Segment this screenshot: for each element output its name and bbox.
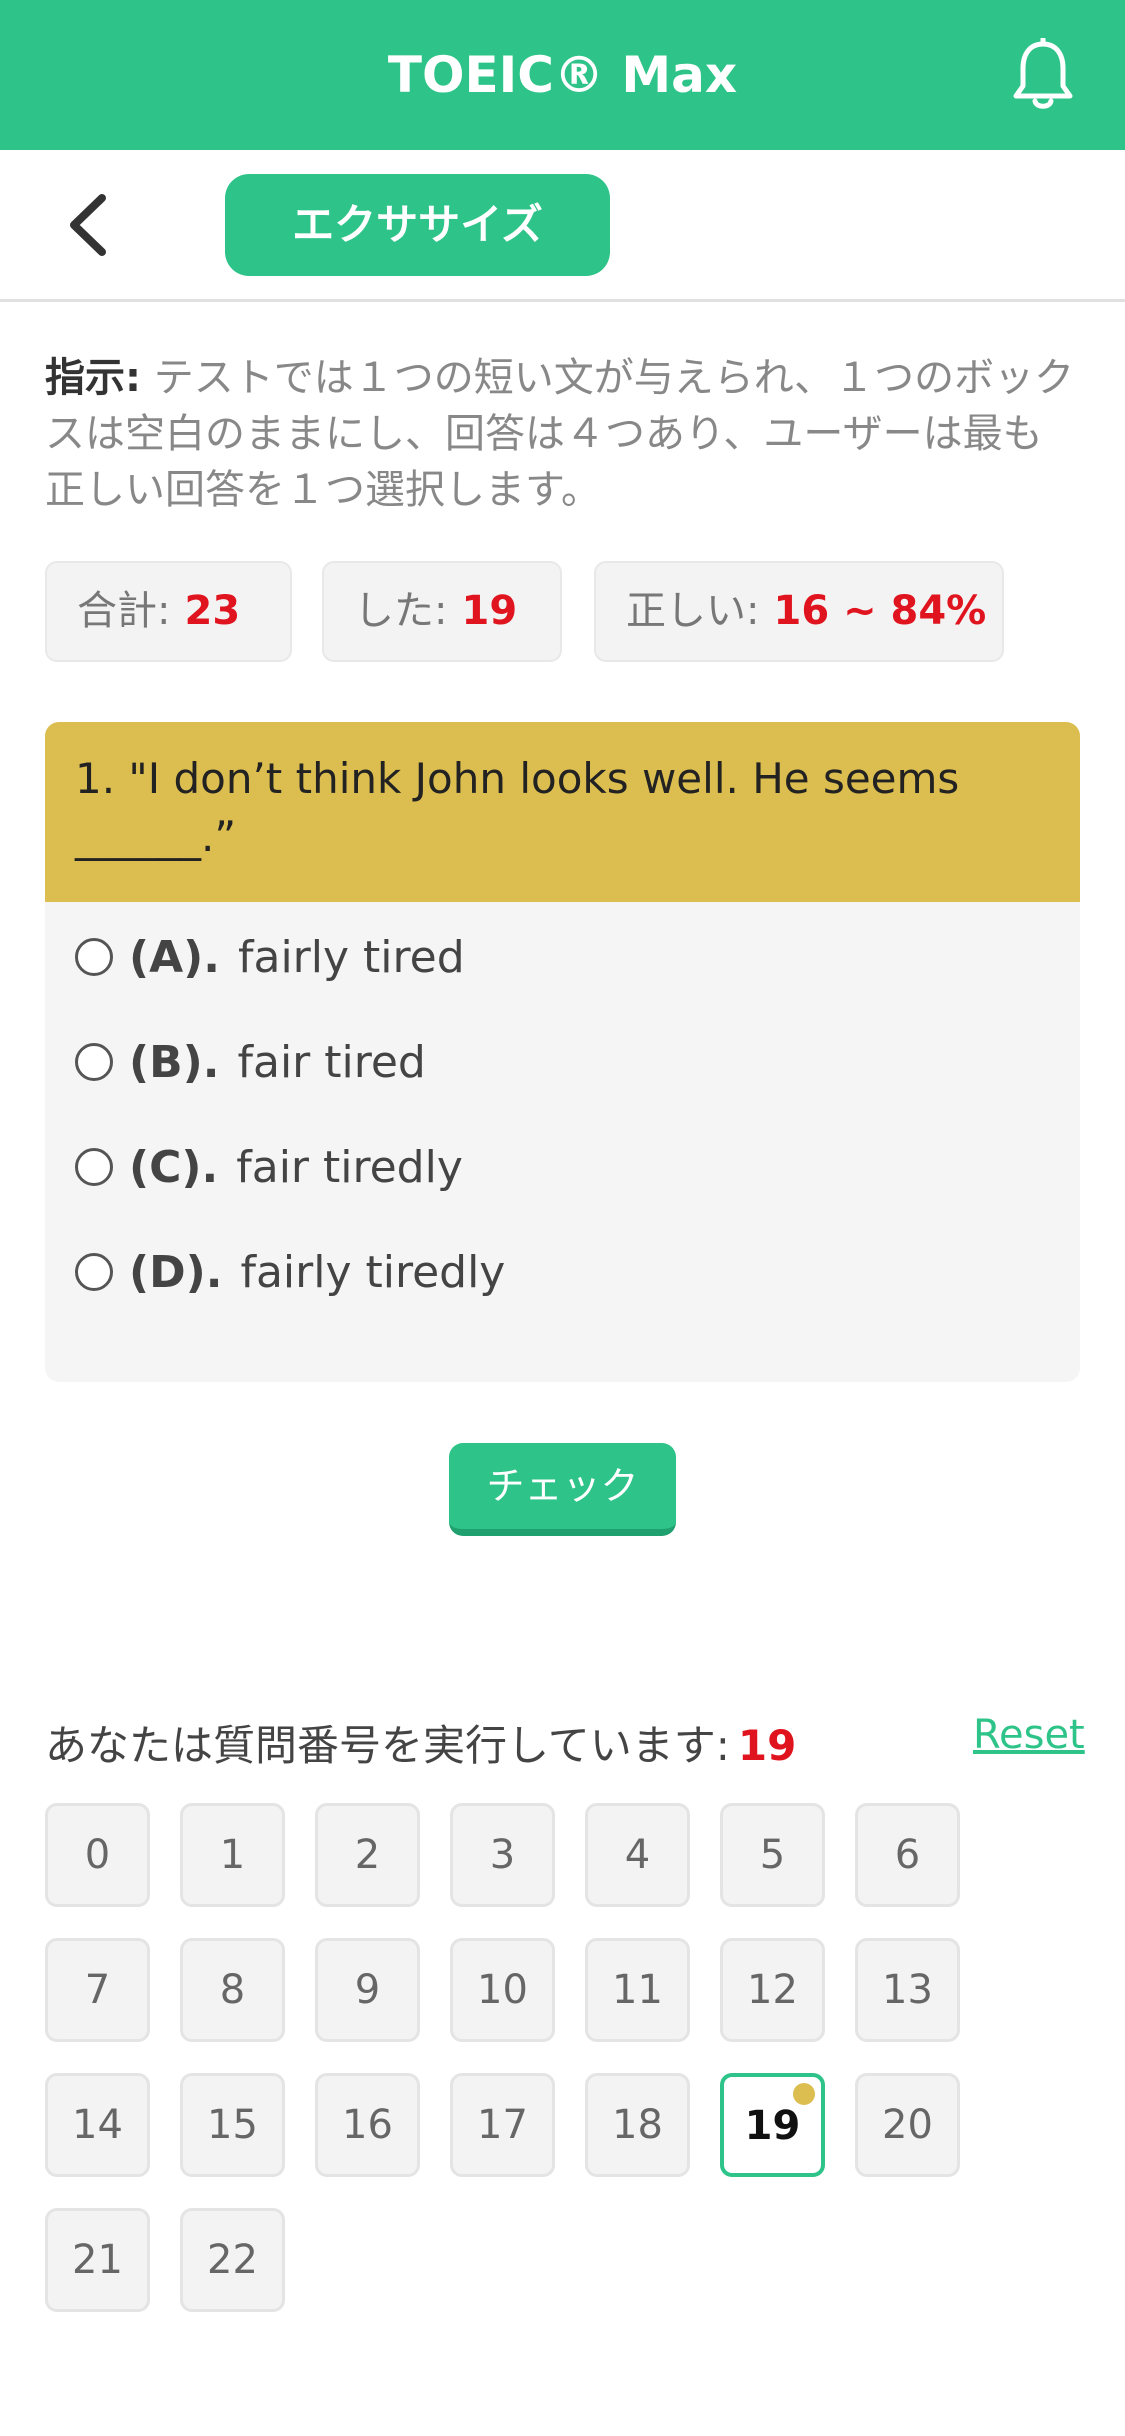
option-text: fairly tired (238, 931, 465, 983)
stat-total-value: 23 (184, 588, 241, 634)
option-key: (B). (129, 1036, 220, 1088)
question-number-button[interactable]: 12 (720, 1938, 825, 2042)
question-number-label: 1 (219, 1832, 246, 1878)
instruction-text: 指示: テストでは１つの短い文が与えられ、１つのボックスは空白のままにし、回答は… (45, 350, 1075, 518)
stat-correct-value: 16 ~ 84% (773, 588, 987, 634)
question-number-label: 7 (84, 1967, 111, 2013)
question-number-button[interactable]: 6 (855, 1803, 960, 1907)
question-number-button[interactable]: 8 (180, 1938, 285, 2042)
question-number-button[interactable]: 1 (180, 1803, 285, 1907)
radio-button[interactable] (75, 938, 113, 976)
option-b[interactable]: (B). fair tired (75, 1027, 426, 1097)
instruction-body: テストでは１つの短い文が与えられ、１つのボックスは空白のままにし、回答は４つあり… (45, 355, 1075, 513)
question-number-button[interactable]: 5 (720, 1803, 825, 1907)
progress-label: あなたは質問番号を実行しています: 19 (45, 1712, 796, 1773)
radio-button[interactable] (75, 1043, 113, 1081)
question-number-button[interactable]: 16 (315, 2073, 420, 2177)
radio-button[interactable] (75, 1148, 113, 1186)
question-number-button[interactable]: 18 (585, 2073, 690, 2177)
question-number-button[interactable]: 13 (855, 1938, 960, 2042)
stat-correct-label: 正しい: (626, 588, 760, 634)
question-number-button[interactable]: 11 (585, 1938, 690, 2042)
question-number-label: 4 (624, 1832, 651, 1878)
option-text: fair tired (237, 1036, 426, 1088)
question-number-button[interactable]: 9 (315, 1938, 420, 2042)
question-number-label: 19 (744, 2103, 801, 2149)
question-number-button[interactable]: 14 (45, 2073, 150, 2177)
stat-correct: 正しい: 16 ~ 84% (594, 561, 1004, 662)
question-number-button[interactable]: 17 (450, 2073, 555, 2177)
stat-done-label: した: (354, 588, 448, 634)
question-number-button[interactable]: 19 (720, 2073, 825, 2177)
question-number-button[interactable]: 2 (315, 1803, 420, 1907)
question-number-label: 21 (72, 2237, 123, 2283)
option-key: (C). (129, 1141, 219, 1193)
progress-text: あなたは質問番号を実行しています: (45, 1721, 730, 1770)
radio-button[interactable] (75, 1253, 113, 1291)
question-card: 1. "I don’t think John looks well. He se… (45, 722, 1080, 1382)
current-question-number: 19 (737, 1721, 797, 1770)
question-number-label: 6 (894, 1832, 921, 1878)
question-number-button[interactable]: 20 (855, 2073, 960, 2177)
question-number-button[interactable]: 10 (450, 1938, 555, 2042)
option-text: fair tiredly (236, 1141, 463, 1193)
question-number-label: 22 (207, 2237, 258, 2283)
app-title: TOEIC® Max (387, 46, 738, 104)
option-text: fairly tiredly (240, 1246, 506, 1298)
reset-link[interactable]: Reset (973, 1712, 1085, 1758)
question-number-label: 3 (489, 1832, 516, 1878)
option-d[interactable]: (D). fairly tiredly (75, 1237, 505, 1307)
option-a[interactable]: (A). fairly tired (75, 922, 465, 992)
stat-total: 合計: 23 (45, 561, 292, 662)
question-number-label: 0 (84, 1832, 111, 1878)
bell-icon[interactable] (1010, 38, 1076, 112)
question-number-button[interactable]: 21 (45, 2208, 150, 2312)
question-number-label: 20 (882, 2102, 933, 2148)
question-number-label: 15 (207, 2102, 258, 2148)
question-number-button[interactable]: 0 (45, 1803, 150, 1907)
check-button[interactable]: チェック (449, 1443, 676, 1536)
question-number-button[interactable]: 3 (450, 1803, 555, 1907)
question-number-button[interactable]: 15 (180, 2073, 285, 2177)
tab-exercise[interactable]: エクササイズ (225, 174, 610, 276)
question-number-label: 13 (882, 1967, 933, 2013)
option-key: (A). (129, 931, 220, 983)
question-number-label: 11 (612, 1967, 663, 2013)
question-number-label: 17 (477, 2102, 528, 2148)
chevron-left-icon[interactable] (60, 190, 120, 260)
question-number-button[interactable]: 4 (585, 1803, 690, 1907)
question-number-label: 9 (354, 1967, 381, 2013)
stat-done: した: 19 (322, 561, 562, 662)
option-key: (D). (129, 1246, 223, 1298)
question-number-label: 16 (342, 2102, 393, 2148)
question-number-button[interactable]: 7 (45, 1938, 150, 2042)
question-number-label: 12 (747, 1967, 798, 2013)
stat-done-value: 19 (461, 588, 518, 634)
instruction-label: 指示: (45, 355, 141, 401)
stat-total-label: 合計: (77, 588, 171, 634)
current-indicator-dot (793, 2083, 815, 2105)
question-number-label: 8 (219, 1967, 246, 2013)
question-text: 1. "I don’t think John looks well. He se… (45, 722, 1080, 902)
question-number-label: 5 (759, 1832, 786, 1878)
question-number-label: 18 (612, 2102, 663, 2148)
question-number-label: 10 (477, 1967, 528, 2013)
question-number-label: 2 (354, 1832, 381, 1878)
question-number-button[interactable]: 22 (180, 2208, 285, 2312)
option-c[interactable]: (C). fair tiredly (75, 1132, 463, 1202)
question-number-label: 14 (72, 2102, 123, 2148)
